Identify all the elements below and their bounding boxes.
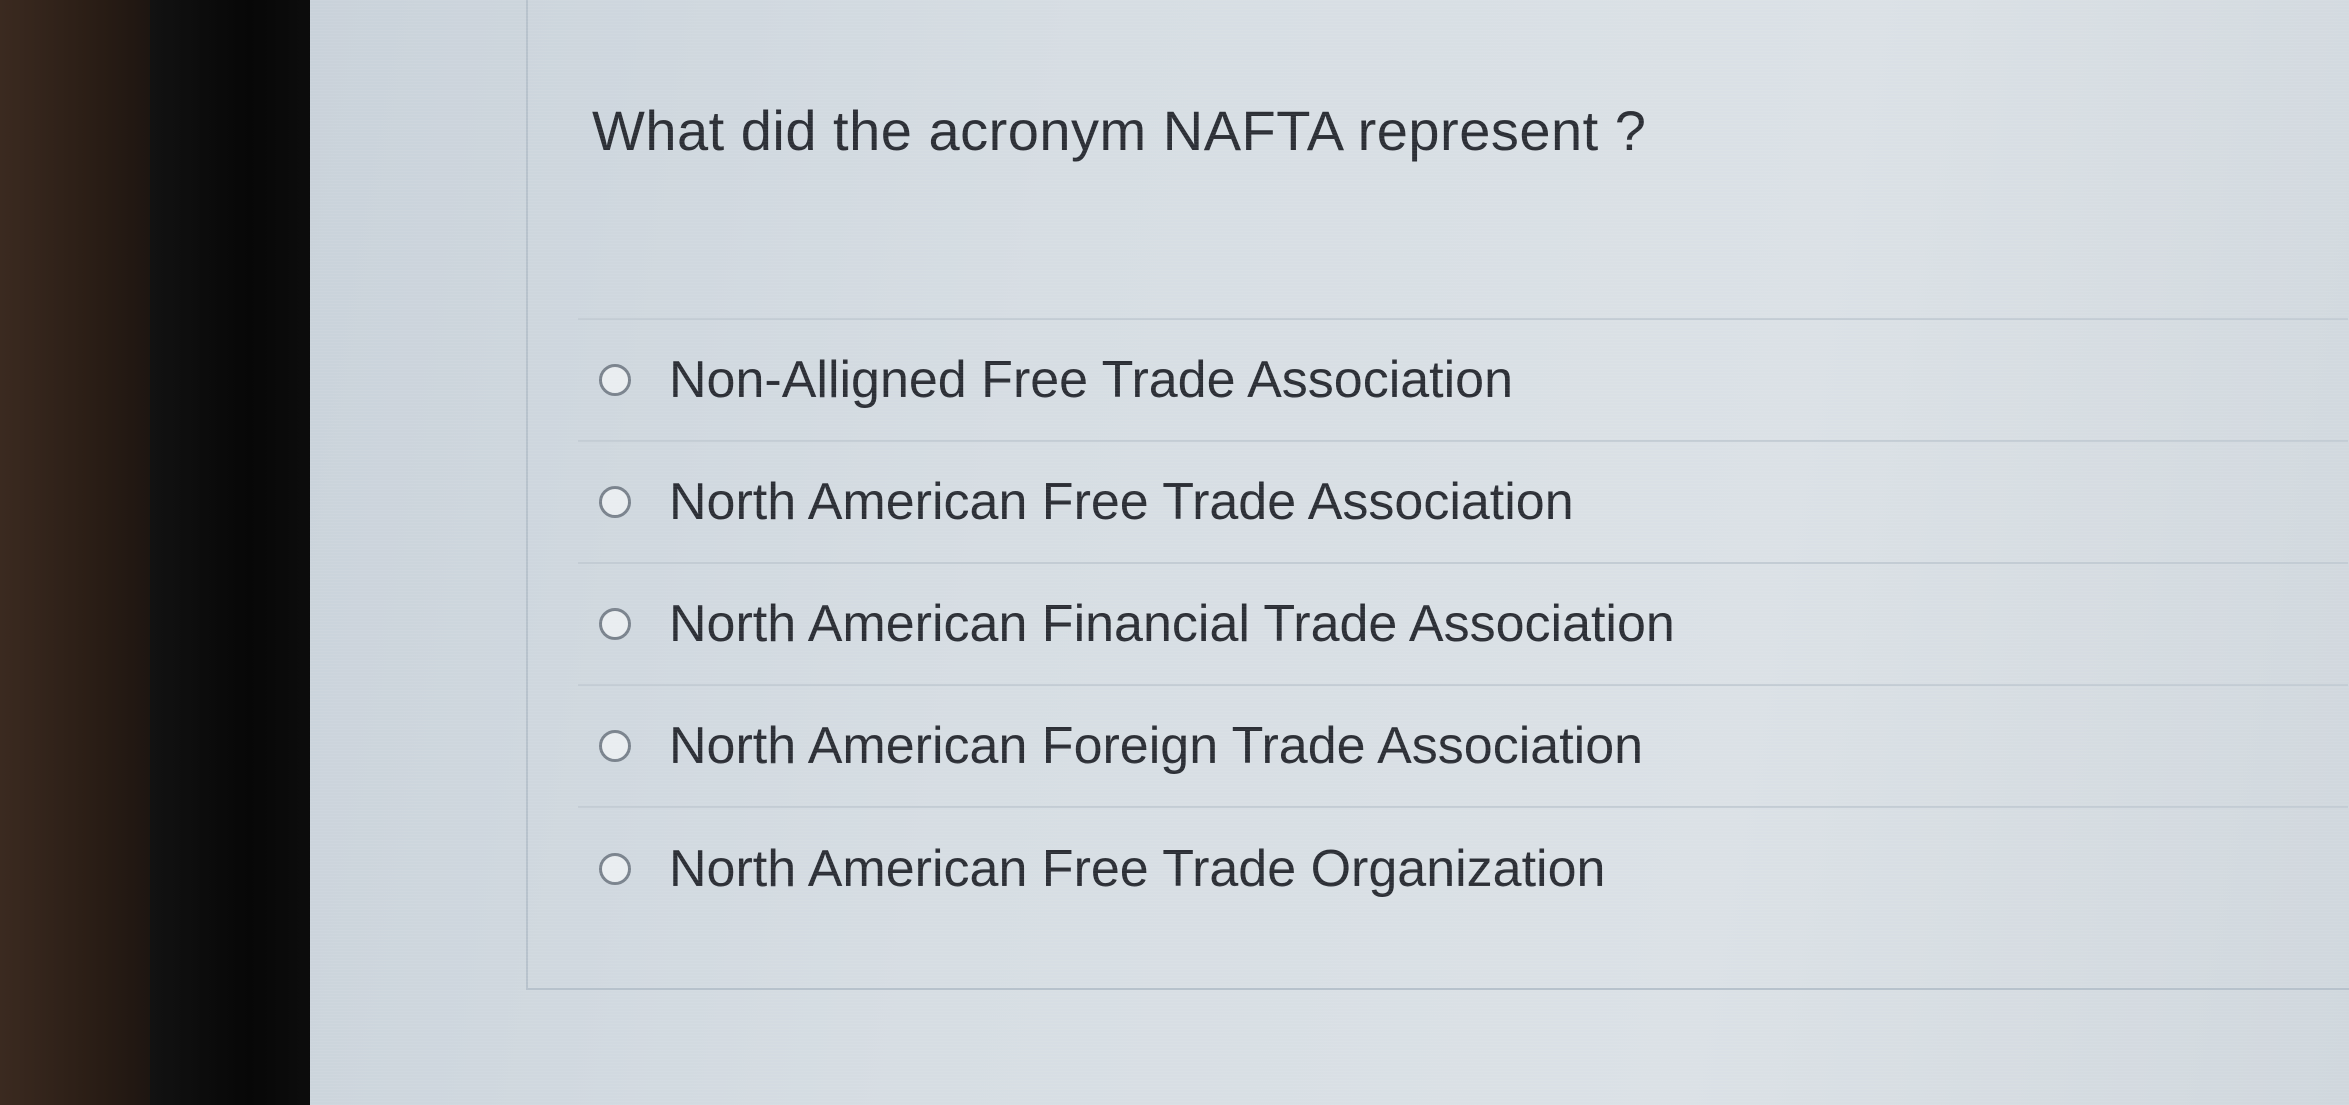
monitor-bezel [150, 0, 315, 1105]
answer-option[interactable]: North American Free Trade Association [578, 442, 2348, 564]
radio-button-icon[interactable] [599, 486, 631, 518]
answer-label[interactable]: North American Free Trade Organization [669, 839, 1605, 899]
background-room [0, 0, 160, 1105]
radio-button-icon[interactable] [599, 730, 631, 762]
answer-label[interactable]: North American Financial Trade Associati… [669, 594, 1675, 654]
answer-label[interactable]: North American Free Trade Association [669, 472, 1574, 532]
answer-option[interactable]: Non-Alligned Free Trade Association [578, 320, 2348, 442]
screen: What did the acronym NAFTA represent ? N… [310, 0, 2349, 1105]
answer-label[interactable]: Non-Alligned Free Trade Association [669, 350, 1513, 410]
radio-button-icon[interactable] [599, 364, 631, 396]
answer-option[interactable]: North American Foreign Trade Association [578, 686, 2348, 808]
radio-button-icon[interactable] [599, 853, 631, 885]
answer-option[interactable]: North American Free Trade Organization [578, 808, 2348, 930]
question-card: What did the acronym NAFTA represent ? N… [526, 0, 2349, 990]
question-text: What did the acronym NAFTA represent ? [592, 99, 1647, 162]
answer-options: Non-Alligned Free Trade Association Nort… [578, 318, 2348, 930]
answer-option[interactable]: North American Financial Trade Associati… [578, 564, 2348, 686]
radio-button-icon[interactable] [599, 608, 631, 640]
answer-label[interactable]: North American Foreign Trade Association [669, 716, 1643, 776]
